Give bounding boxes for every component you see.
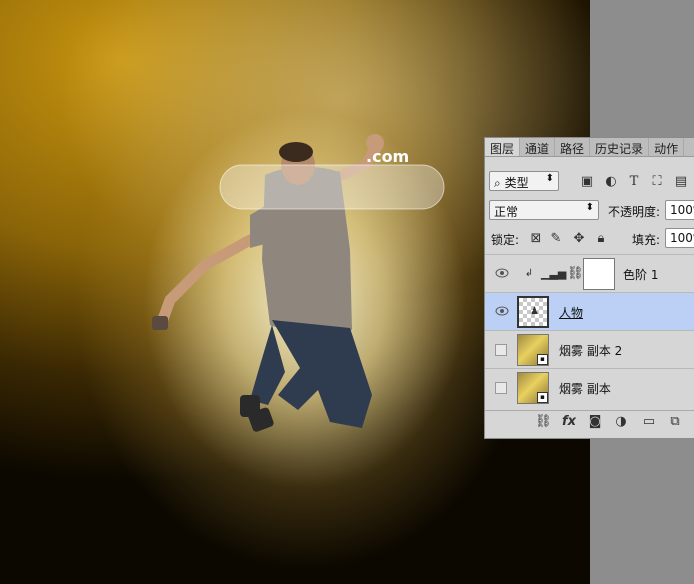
- layer-name: 色阶 1: [623, 268, 659, 282]
- tab-actions[interactable]: 动作: [649, 138, 685, 156]
- layer-name: 人物: [559, 306, 584, 320]
- fill-label: 填充:: [632, 233, 661, 247]
- chevron-updown-icon: ⬍: [585, 202, 594, 213]
- eye-icon[interactable]: [495, 267, 509, 279]
- folder-icon[interactable]: ▭: [641, 414, 657, 430]
- tab-paths[interactable]: 路径: [555, 138, 591, 156]
- layers-panel: 图层 通道 路径 历史记录 动作 ⌕ 类型 ⬍ ▣ ◐ T ⛶ ▤ 正常 ⬍ 不…: [484, 137, 694, 439]
- layer-thumbnail[interactable]: ▪: [517, 334, 549, 366]
- lock-label: 锁定:: [491, 233, 520, 247]
- lock-transparent-icon[interactable]: ⊠: [528, 231, 544, 247]
- fill-input[interactable]: 100%: [665, 228, 694, 248]
- link-layers-icon[interactable]: ⛓: [535, 414, 552, 430]
- shape-filter-icon[interactable]: ⛶: [649, 174, 665, 190]
- fx-icon[interactable]: fx: [561, 414, 577, 430]
- adjustment-layer-icon[interactable]: ◑: [613, 414, 629, 430]
- layer-row-smoke-copy-2[interactable]: ▪ 烟雾 副本 2: [485, 330, 694, 368]
- image-filter-icon[interactable]: ▣: [579, 174, 595, 190]
- layer-thumbnail[interactable]: ♟: [517, 296, 549, 328]
- link-icon[interactable]: ⛓: [567, 266, 584, 282]
- layer-mask-thumbnail[interactable]: [583, 258, 615, 290]
- search-icon: ⌕: [494, 176, 501, 190]
- layer-row-levels[interactable]: ↲ ▁▃▅ ⛓ 色阶 1: [485, 254, 694, 292]
- lock-all-icon[interactable]: 🔒︎: [593, 231, 609, 247]
- layer-row-smoke-copy[interactable]: ▪ 烟雾 副本: [485, 368, 694, 406]
- blend-mode-select[interactable]: 正常 ⬍: [489, 200, 599, 220]
- visibility-toggle[interactable]: [495, 382, 507, 394]
- layer-thumbnail[interactable]: ▪: [517, 372, 549, 404]
- type-filter-icon[interactable]: T: [626, 174, 642, 190]
- visibility-toggle[interactable]: [495, 344, 507, 356]
- levels-histogram-icon: ▁▃▅: [541, 267, 567, 280]
- layer-name: 烟雾 副本: [559, 382, 611, 396]
- lock-position-icon[interactable]: ✥: [571, 231, 587, 247]
- smart-object-filter-icon[interactable]: ▤: [673, 174, 689, 190]
- tab-channels[interactable]: 通道: [520, 138, 556, 156]
- smart-object-icon: ▪: [537, 354, 548, 365]
- person-silhouette-icon: ♟: [530, 306, 539, 317]
- add-mask-icon[interactable]: ◙: [587, 414, 603, 430]
- filter-label: 类型: [504, 176, 529, 190]
- adjustment-filter-icon[interactable]: ◐: [603, 174, 619, 190]
- layer-filter-select[interactable]: ⌕ 类型 ⬍: [489, 171, 559, 191]
- new-layer-icon[interactable]: ⧉: [667, 414, 683, 430]
- layer-name: 烟雾 副本 2: [559, 344, 623, 358]
- opacity-label: 不透明度:: [608, 205, 661, 219]
- panel-tabs: 图层 通道 路径 历史记录 动作: [485, 138, 694, 157]
- chevron-updown-icon: ⬍: [545, 173, 554, 184]
- opacity-input[interactable]: 100%: [665, 200, 694, 220]
- tab-history[interactable]: 历史记录: [590, 138, 650, 156]
- layer-row-person[interactable]: ♟ 人物: [485, 292, 694, 330]
- blend-mode-value: 正常: [494, 205, 519, 219]
- clip-arrow-icon: ↲: [524, 268, 534, 279]
- lock-paint-icon[interactable]: ✎: [548, 231, 564, 247]
- panel-footer: ⛓ fx ◙ ◑ ▭ ⧉: [485, 410, 694, 433]
- tab-layers[interactable]: 图层: [485, 138, 521, 156]
- smart-object-icon: ▪: [537, 392, 548, 403]
- eye-icon[interactable]: [495, 305, 509, 317]
- watermark-text: .com: [366, 147, 410, 166]
